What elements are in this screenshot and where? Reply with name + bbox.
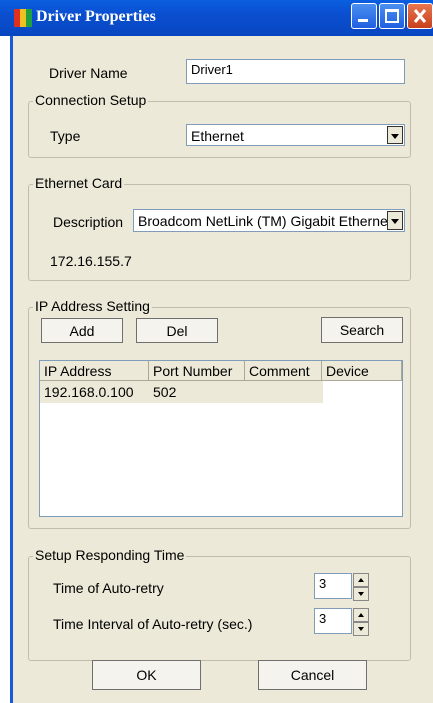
spin-down-icon[interactable]: [353, 587, 369, 601]
column-header-port[interactable]: Port Number: [149, 361, 245, 381]
auto-retry-interval-input[interactable]: 3: [314, 608, 352, 634]
row-port: 502: [153, 384, 177, 400]
cancel-button[interactable]: Cancel: [258, 660, 367, 690]
group-title: IP Address Setting: [33, 298, 152, 314]
description-select[interactable]: Broadcom NetLink (TM) Gigabit Etherne: [133, 209, 405, 232]
search-button[interactable]: Search: [321, 317, 403, 343]
auto-retry-label: Time of Auto-retry: [53, 580, 164, 596]
chevron-down-icon[interactable]: [387, 211, 403, 230]
auto-retry-spinner[interactable]: [353, 573, 369, 601]
driver-properties-window: Driver Properties Driver Name Driver1 Co…: [0, 0, 433, 703]
table-row[interactable]: 192.168.0.100 502: [40, 381, 323, 403]
auto-retry-interval-spinner[interactable]: [353, 608, 369, 636]
del-button[interactable]: Del: [136, 318, 218, 343]
group-title: Connection Setup: [33, 92, 149, 108]
row-ip: 192.168.0.100: [44, 384, 134, 400]
maximize-button[interactable]: [379, 3, 405, 29]
close-button[interactable]: [407, 3, 433, 29]
dialog-body: Driver Name Driver1 Connection Setup Typ…: [10, 36, 433, 703]
group-title: Ethernet Card: [33, 175, 125, 191]
group-title: Setup Responding Time: [33, 547, 187, 563]
column-header-device[interactable]: Device: [322, 361, 402, 381]
ip-address-text: 172.16.155.7: [50, 253, 132, 269]
column-header-ip[interactable]: IP Address: [40, 361, 149, 381]
description-value: Broadcom NetLink (TM) Gigabit Etherne: [138, 213, 388, 229]
ok-button[interactable]: OK: [92, 660, 201, 690]
minimize-button[interactable]: [351, 3, 377, 29]
spin-up-icon[interactable]: [353, 573, 369, 587]
auto-retry-input[interactable]: 3: [314, 573, 352, 599]
app-icon: [14, 9, 32, 27]
column-header-comment[interactable]: Comment: [245, 361, 322, 381]
type-label: Type: [50, 128, 81, 144]
ip-address-list[interactable]: IP Address Port Number Comment Device 19…: [39, 360, 403, 517]
type-select[interactable]: Ethernet: [186, 124, 405, 146]
driver-name-label: Driver Name: [49, 65, 128, 81]
chevron-down-icon[interactable]: [387, 126, 403, 144]
title-bar[interactable]: Driver Properties: [0, 0, 433, 36]
add-button[interactable]: Add: [41, 318, 123, 343]
window-title: Driver Properties: [36, 8, 156, 25]
type-value: Ethernet: [191, 128, 244, 144]
driver-name-input[interactable]: Driver1: [186, 59, 405, 84]
description-label: Description: [53, 214, 124, 230]
spin-up-icon[interactable]: [353, 608, 369, 622]
auto-retry-interval-label: Time Interval of Auto-retry (sec.): [53, 616, 253, 632]
spin-down-icon[interactable]: [353, 622, 369, 636]
close-icon: [413, 9, 427, 23]
